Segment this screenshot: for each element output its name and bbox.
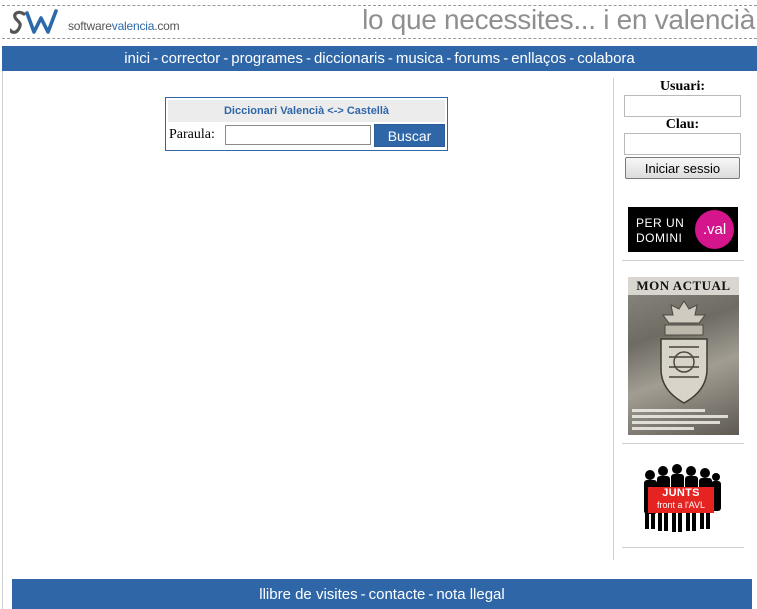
footer-link-legal-notice[interactable]: nota llegal [436, 586, 504, 603]
sw-logo-icon[interactable] [10, 8, 64, 36]
site-name-accent: valencia [111, 19, 155, 33]
nav-link-musica[interactable]: musica [396, 50, 444, 67]
nav-separator: - [223, 50, 229, 67]
nav-link-programes[interactable]: programes [231, 50, 303, 67]
junts-banner-line1: JUNTS [662, 487, 700, 499]
footer-link-guestbook[interactable]: llibre de visites [259, 586, 357, 603]
sidebar-separator [622, 443, 744, 444]
sidebar-divider [613, 78, 614, 560]
nav-link-corrector[interactable]: corrector [161, 50, 220, 67]
magazine-text-line [632, 421, 721, 424]
nav-link-forums[interactable]: forums [454, 50, 500, 67]
site-header: softwarevalencia.com lo que necessites..… [0, 0, 757, 44]
password-label: Clau: [665, 117, 700, 132]
footer-separator: - [428, 586, 434, 603]
magazine-cover-text [632, 409, 736, 433]
site-name-suffix: .com [154, 19, 180, 33]
sidebar-separator [622, 547, 744, 548]
mon-actual-magazine-banner[interactable]: MON ACTUAL [628, 277, 739, 435]
val-domain-banner[interactable]: PER UN DOMINI .val [628, 207, 738, 252]
word-input[interactable] [225, 125, 371, 145]
magazine-text-line [632, 415, 728, 418]
sidebar-separator [622, 260, 744, 261]
site-name[interactable]: softwarevalencia.com [68, 19, 180, 33]
site-footer: llibre de visites - contacte - nota llegal [12, 579, 752, 609]
magazine-text-line [632, 409, 705, 412]
val-banner-line1: PER UN [636, 216, 685, 230]
magazine-title: MON ACTUAL [628, 277, 739, 295]
junts-front-avl-banner[interactable]: JUNTS front a l'AVL [640, 463, 722, 533]
dictionary-search-form: Diccionari Valencià <-> Castellà Paraula… [165, 97, 448, 151]
nav-separator: - [153, 50, 159, 67]
nav-separator: - [503, 50, 509, 67]
nav-link-enllacos[interactable]: enllaços [511, 50, 566, 67]
nav-link-diccionaris[interactable]: diccionaris [314, 50, 385, 67]
header-dotted-rule-bottom [2, 38, 757, 39]
val-banner-circle: .val [695, 210, 734, 249]
search-button[interactable]: Buscar [374, 124, 445, 147]
nav-separator: - [387, 50, 393, 67]
word-label: Paraula: [169, 127, 215, 142]
coat-of-arms-icon [660, 300, 708, 404]
left-column-rule [2, 71, 3, 609]
nav-link-inici[interactable]: inici [124, 50, 150, 67]
password-input[interactable] [624, 133, 741, 155]
junts-banner-line2: front a l'AVL [656, 500, 706, 510]
main-nav: inici - corrector - programes - diccionaris - mu… [2, 46, 757, 71]
val-banner-line2: DOMINI [636, 231, 683, 245]
nav-link-colabora[interactable]: colabora [577, 50, 635, 67]
footer-link-contact[interactable]: contacte [369, 586, 426, 603]
nav-separator: - [446, 50, 452, 67]
site-slogan: lo que necessites... i en valencià [362, 4, 755, 35]
login-button[interactable]: Iniciar sessio [625, 157, 740, 179]
magazine-text-line [632, 427, 695, 430]
site-name-prefix: software [68, 19, 112, 33]
dictionary-title: Diccionari Valencià <-> Castellà [168, 100, 445, 122]
footer-separator: - [360, 586, 366, 603]
user-input[interactable] [624, 95, 741, 117]
nav-separator: - [569, 50, 575, 67]
junts-banner-label: JUNTS front a l'AVL [648, 487, 714, 513]
user-label: Usuari: [659, 79, 706, 94]
nav-separator: - [305, 50, 311, 67]
